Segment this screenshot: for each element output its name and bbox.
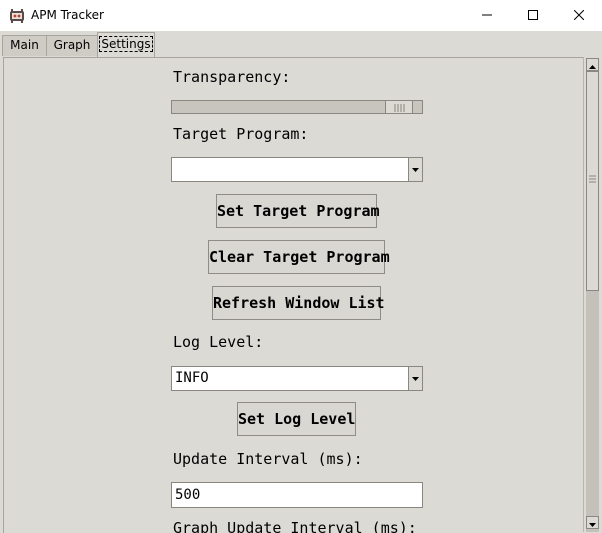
slider-thumb[interactable]	[385, 101, 413, 113]
target-program-label: Target Program:	[173, 125, 309, 143]
window-title: APM Tracker	[31, 8, 104, 22]
graph-update-interval-label: Graph Update Interval (ms):	[173, 519, 417, 533]
vertical-scrollbar[interactable]	[583, 57, 602, 532]
close-icon	[573, 7, 585, 25]
set-target-program-button[interactable]: Set Target Program	[216, 194, 380, 228]
tab-bar: Main Graph Settings	[0, 31, 602, 57]
target-program-combobox[interactable]	[171, 157, 423, 182]
update-interval-label: Update Interval (ms):	[173, 450, 363, 468]
log-level-combobox[interactable]: INFO	[171, 366, 423, 391]
close-button[interactable]	[556, 0, 602, 31]
tab-settings[interactable]: Settings	[97, 32, 155, 57]
settings-panel: Transparency: Target Program: Set Target…	[3, 57, 584, 533]
app-icon	[9, 8, 25, 24]
transparency-slider[interactable]	[171, 100, 423, 114]
refresh-window-list-button[interactable]: Refresh Window List	[212, 286, 385, 320]
scrollbar-thumb[interactable]	[586, 71, 599, 291]
tab-graph[interactable]: Graph	[46, 35, 98, 56]
arrow-down-icon	[589, 514, 596, 532]
maximize-button[interactable]	[510, 0, 556, 31]
clear-target-program-button[interactable]: Clear Target Program	[208, 240, 390, 274]
minimize-icon	[482, 7, 492, 25]
log-level-value: INFO	[175, 370, 209, 386]
maximize-icon	[528, 7, 538, 25]
tab-settings-label: Settings	[99, 36, 153, 52]
tab-main-label: Main	[10, 38, 39, 52]
log-level-label: Log Level:	[173, 333, 264, 351]
chevron-down-icon[interactable]	[408, 158, 422, 181]
scroll-up-button[interactable]	[586, 58, 599, 71]
scroll-down-button[interactable]	[586, 516, 599, 529]
set-log-level-button[interactable]: Set Log Level	[237, 402, 356, 436]
tab-graph-label: Graph	[53, 38, 91, 52]
transparency-label: Transparency:	[173, 68, 291, 86]
update-interval-input[interactable]: 500	[171, 482, 423, 508]
tab-main[interactable]: Main	[2, 35, 47, 56]
minimize-button[interactable]	[464, 0, 510, 31]
chevron-down-icon[interactable]	[408, 367, 422, 390]
title-bar: APM Tracker	[0, 0, 602, 31]
scrollbar-track[interactable]	[586, 291, 599, 532]
